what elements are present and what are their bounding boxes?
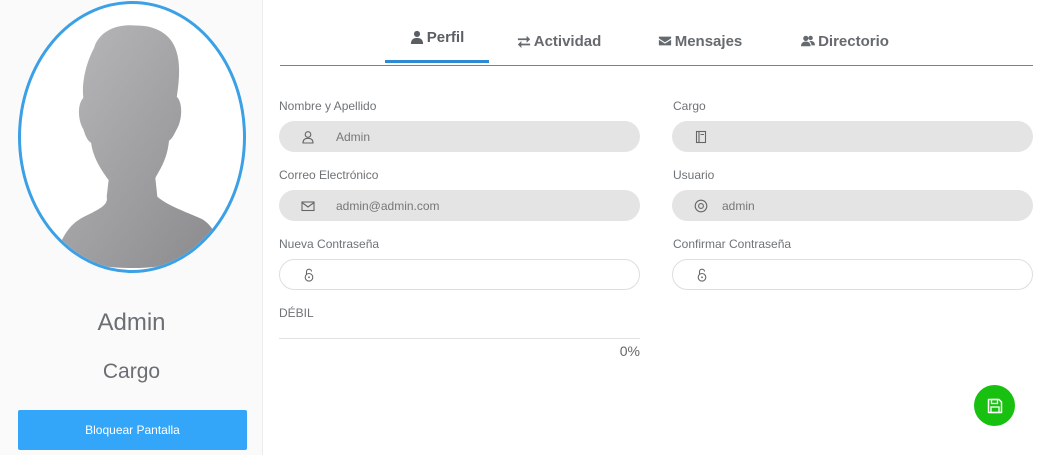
profile-name: Admin xyxy=(97,309,166,336)
email-field[interactable] xyxy=(279,190,640,221)
full-name-label: Nombre y Apellido xyxy=(279,99,377,113)
profile-tabs: Perfil Actividad Mensajes Directorio xyxy=(280,18,1033,66)
position-input[interactable] xyxy=(729,121,989,152)
tab-directorio[interactable]: Directorio xyxy=(795,17,895,65)
unlock-icon xyxy=(695,268,709,282)
tab-actividad[interactable]: Actividad xyxy=(506,17,612,65)
user-icon xyxy=(410,30,423,44)
lock-screen-button[interactable]: Bloquear Pantalla xyxy=(18,410,247,450)
email-label: Correo Electrónico xyxy=(279,168,379,182)
new-password-label: Nueva Contraseña xyxy=(279,237,380,251)
username-field[interactable] xyxy=(672,190,1033,221)
envelope-icon xyxy=(658,36,671,46)
user-silhouette-icon xyxy=(58,25,220,269)
username-label: Usuario xyxy=(673,168,715,182)
tab-mensajes[interactable]: Mensajes xyxy=(652,17,748,65)
position-label: Cargo xyxy=(673,99,706,113)
confirm-password-field[interactable] xyxy=(672,259,1033,290)
full-name-input[interactable] xyxy=(336,121,596,152)
at-sign-icon xyxy=(694,199,708,213)
profile-role: Cargo xyxy=(102,360,161,383)
tab-label: Directorio xyxy=(818,32,889,50)
unlock-icon xyxy=(302,268,316,282)
avatar xyxy=(18,1,246,273)
save-button[interactable] xyxy=(974,385,1015,426)
book-icon xyxy=(694,130,708,144)
username-input[interactable] xyxy=(722,190,982,221)
password-strength-bar xyxy=(279,338,640,339)
tab-label: Mensajes xyxy=(674,32,743,50)
tab-label: Actividad xyxy=(533,32,602,50)
full-name-field[interactable] xyxy=(279,121,640,152)
email-input[interactable] xyxy=(336,190,596,221)
envelope-outline-icon xyxy=(301,199,315,213)
exchange-icon xyxy=(517,35,530,48)
profile-page: Admin Cargo Bloquear Pantalla Perfil Act… xyxy=(0,0,1049,455)
new-password-field[interactable] xyxy=(279,259,640,290)
tab-label: Perfil xyxy=(426,28,465,46)
profile-panel: Admin Cargo Bloquear Pantalla xyxy=(0,0,263,455)
floppy-disk-icon xyxy=(987,398,1002,413)
password-strength-label: DÉBIL xyxy=(279,306,314,320)
confirm-password-label: Confirmar Contraseña xyxy=(673,237,792,251)
confirm-password-input[interactable] xyxy=(730,260,990,289)
password-strength-percent: 0% xyxy=(619,343,640,359)
tab-perfil[interactable]: Perfil xyxy=(385,14,489,63)
users-icon xyxy=(801,35,816,47)
position-field[interactable] xyxy=(672,121,1033,152)
new-password-input[interactable] xyxy=(337,260,597,289)
user-outline-icon xyxy=(301,130,315,144)
